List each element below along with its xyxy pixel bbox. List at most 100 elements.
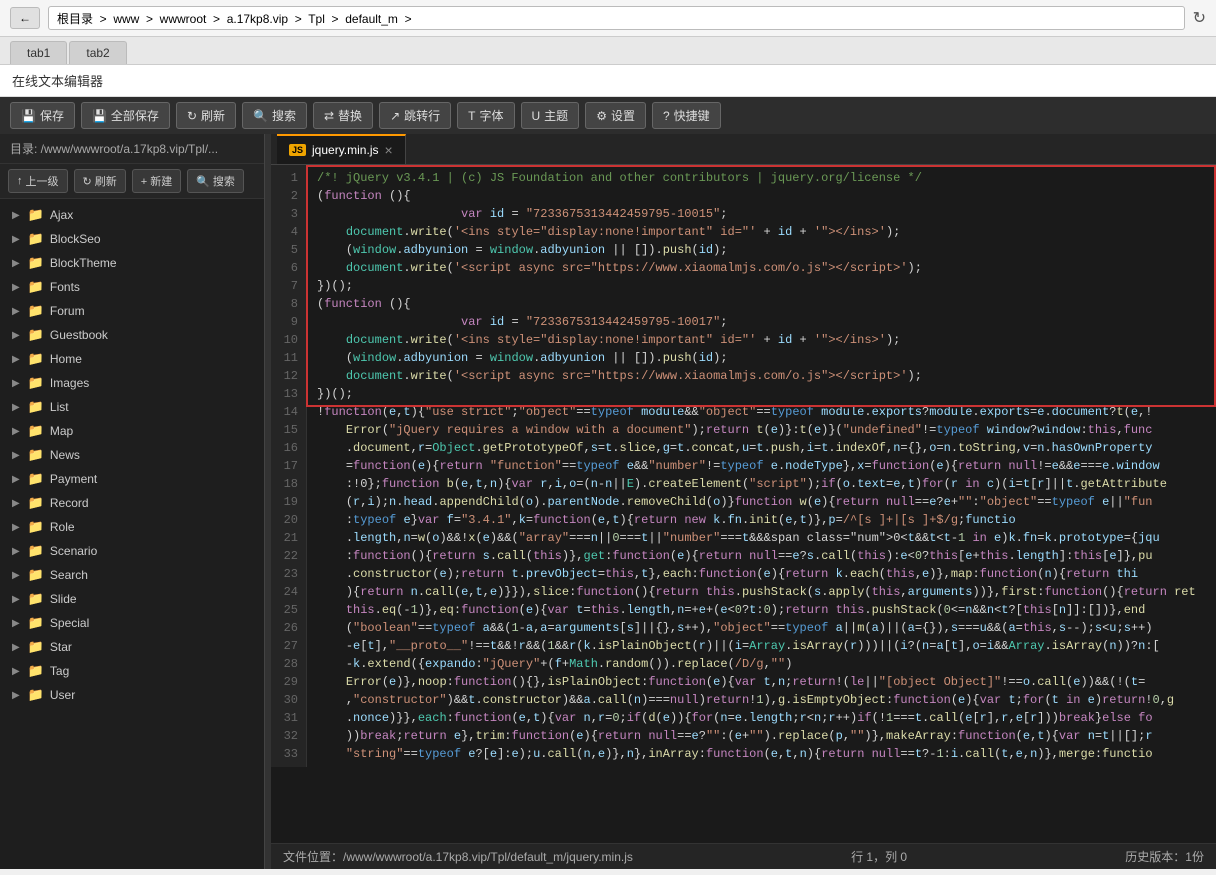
folder-icon: 📁 bbox=[28, 495, 44, 511]
save-button[interactable]: 💾 保存 bbox=[10, 102, 75, 129]
sidebar-search-icon: 🔍 bbox=[196, 175, 210, 188]
browser-tab-1[interactable]: tab1 bbox=[10, 41, 67, 64]
jump-icon: ↗ bbox=[390, 109, 400, 123]
main-container: 目录: /www/wwwroot/a.17kp8.vip/Tpl/... ↑ 上… bbox=[0, 134, 1216, 869]
folder-icon: 📁 bbox=[28, 303, 44, 319]
refresh-button[interactable]: ↻ 刷新 bbox=[176, 102, 236, 129]
sidebar-item-images[interactable]: ▶📁Images bbox=[0, 371, 264, 395]
refresh-icon: ↻ bbox=[187, 109, 197, 123]
save-all-button[interactable]: 💾 全部保存 bbox=[81, 102, 170, 129]
folder-icon: 📁 bbox=[28, 327, 44, 343]
folder-icon: 📁 bbox=[28, 447, 44, 463]
jump-button[interactable]: ↗ 跳转行 bbox=[379, 102, 451, 129]
settings-button[interactable]: ⚙ 设置 bbox=[585, 102, 646, 129]
sidebar-item-special[interactable]: ▶📁Special bbox=[0, 611, 264, 635]
up-icon: ↑ bbox=[17, 175, 23, 187]
folder-icon: 📁 bbox=[28, 231, 44, 247]
code-content[interactable]: /*! jQuery v3.4.1 | (c) JS Foundation an… bbox=[307, 165, 1216, 767]
chevron-right-icon: ▶ bbox=[12, 450, 20, 461]
sidebar-item-scenario[interactable]: ▶📁Scenario bbox=[0, 539, 264, 563]
replace-button[interactable]: ⇄ 替换 bbox=[313, 102, 373, 129]
chevron-right-icon: ▶ bbox=[12, 522, 20, 533]
chevron-right-icon: ▶ bbox=[12, 498, 20, 509]
editor-tabs: JS jquery.min.js × bbox=[271, 134, 1216, 165]
sidebar-item-user[interactable]: ▶📁User bbox=[0, 683, 264, 707]
sidebar-item-news[interactable]: ▶📁News bbox=[0, 443, 264, 467]
js-file-icon: JS bbox=[289, 144, 306, 156]
sidebar-item-record[interactable]: ▶📁Record bbox=[0, 491, 264, 515]
status-bar: 文件位置：/www/wwwroot/a.17kp8.vip/Tpl/defaul… bbox=[271, 843, 1216, 869]
sidebar-item-star[interactable]: ▶📁Star bbox=[0, 635, 264, 659]
sidebar-item-fonts[interactable]: ▶📁Fonts bbox=[0, 275, 264, 299]
folder-icon: 📁 bbox=[28, 279, 44, 295]
theme-icon: U bbox=[532, 109, 541, 123]
folder-icon: 📁 bbox=[28, 543, 44, 559]
folder-icon: 📁 bbox=[28, 207, 44, 223]
sidebar-item-home[interactable]: ▶📁Home bbox=[0, 347, 264, 371]
chevron-right-icon: ▶ bbox=[12, 642, 20, 653]
sidebar-item-role[interactable]: ▶📁Role bbox=[0, 515, 264, 539]
code-container[interactable]: 1234567891011121314151617181920212223242… bbox=[271, 165, 1216, 843]
theme-button[interactable]: U 主题 bbox=[521, 102, 580, 129]
chevron-right-icon: ▶ bbox=[12, 354, 20, 365]
sidebar-search-button[interactable]: 🔍 搜索 bbox=[187, 169, 244, 193]
new-button[interactable]: + 新建 bbox=[132, 169, 181, 193]
chevron-right-icon: ▶ bbox=[12, 690, 20, 701]
sidebar-item-search[interactable]: ▶📁Search bbox=[0, 563, 264, 587]
chevron-right-icon: ▶ bbox=[12, 210, 20, 221]
shortcut-button[interactable]: ? 快捷键 bbox=[652, 102, 721, 129]
folder-icon: 📁 bbox=[28, 351, 44, 367]
chevron-right-icon: ▶ bbox=[12, 258, 20, 269]
folder-icon: 📁 bbox=[28, 567, 44, 583]
chevron-right-icon: ▶ bbox=[12, 330, 20, 341]
folder-icon: 📁 bbox=[28, 591, 44, 607]
sidebar-item-blockseo[interactable]: ▶📁BlockSeo bbox=[0, 227, 264, 251]
editor-area: JS jquery.min.js × 123456789101112131415… bbox=[271, 134, 1216, 869]
editor-tab-filename: jquery.min.js bbox=[312, 143, 378, 157]
sidebar-item-list[interactable]: ▶📁List bbox=[0, 395, 264, 419]
chevron-right-icon: ▶ bbox=[12, 546, 20, 557]
sidebar-refresh-button[interactable]: ↻ 刷新 bbox=[74, 169, 126, 193]
chevron-right-icon: ▶ bbox=[12, 666, 20, 677]
chevron-right-icon: ▶ bbox=[12, 234, 20, 245]
save-all-icon: 💾 bbox=[92, 109, 107, 123]
sidebar-item-ajax[interactable]: ▶📁Ajax bbox=[0, 203, 264, 227]
address-input[interactable] bbox=[48, 6, 1185, 30]
sidebar-toolbar: ↑ 上一级 ↻ 刷新 + 新建 🔍 搜索 bbox=[0, 164, 264, 199]
chevron-right-icon: ▶ bbox=[12, 306, 20, 317]
folder-icon: 📁 bbox=[28, 663, 44, 679]
chevron-right-icon: ▶ bbox=[12, 282, 20, 293]
sidebar-item-forum[interactable]: ▶📁Forum bbox=[0, 299, 264, 323]
chevron-right-icon: ▶ bbox=[12, 618, 20, 629]
status-position: 行 1，列 0 bbox=[851, 848, 907, 865]
sidebar-item-tag[interactable]: ▶📁Tag bbox=[0, 659, 264, 683]
search-icon: 🔍 bbox=[253, 109, 268, 123]
code-view: 1234567891011121314151617181920212223242… bbox=[271, 165, 1216, 767]
chevron-right-icon: ▶ bbox=[12, 594, 20, 605]
replace-icon: ⇄ bbox=[324, 109, 334, 123]
browser-tabs: tab1 tab2 bbox=[0, 37, 1216, 65]
file-tree: ▶📁Ajax▶📁BlockSeo▶📁BlockTheme▶📁Fonts▶📁For… bbox=[0, 199, 264, 869]
sidebar-item-payment[interactable]: ▶📁Payment bbox=[0, 467, 264, 491]
sidebar-item-slide[interactable]: ▶📁Slide bbox=[0, 587, 264, 611]
sidebar-refresh-icon: ↻ bbox=[83, 175, 92, 188]
sidebar-item-map[interactable]: ▶📁Map bbox=[0, 419, 264, 443]
editor-tab-jquery[interactable]: JS jquery.min.js × bbox=[277, 134, 406, 164]
folder-icon: 📁 bbox=[28, 423, 44, 439]
folder-icon: 📁 bbox=[28, 471, 44, 487]
chevron-right-icon: ▶ bbox=[12, 570, 20, 581]
up-button[interactable]: ↑ 上一级 bbox=[8, 169, 68, 193]
font-icon: T bbox=[468, 109, 475, 123]
back-button[interactable]: ← bbox=[10, 7, 40, 29]
address-bar: ← ↻ bbox=[0, 0, 1216, 37]
sidebar-item-guestbook[interactable]: ▶📁Guestbook bbox=[0, 323, 264, 347]
settings-icon: ⚙ bbox=[596, 109, 607, 123]
font-button[interactable]: T 字体 bbox=[457, 102, 514, 129]
search-toolbar-button[interactable]: 🔍 搜索 bbox=[242, 102, 307, 129]
reload-button[interactable]: ↻ bbox=[1193, 8, 1206, 28]
folder-icon: 📁 bbox=[28, 639, 44, 655]
tab-close-button[interactable]: × bbox=[384, 142, 392, 158]
folder-icon: 📁 bbox=[28, 687, 44, 703]
browser-tab-2[interactable]: tab2 bbox=[69, 41, 126, 64]
sidebar-item-blocktheme[interactable]: ▶📁BlockTheme bbox=[0, 251, 264, 275]
